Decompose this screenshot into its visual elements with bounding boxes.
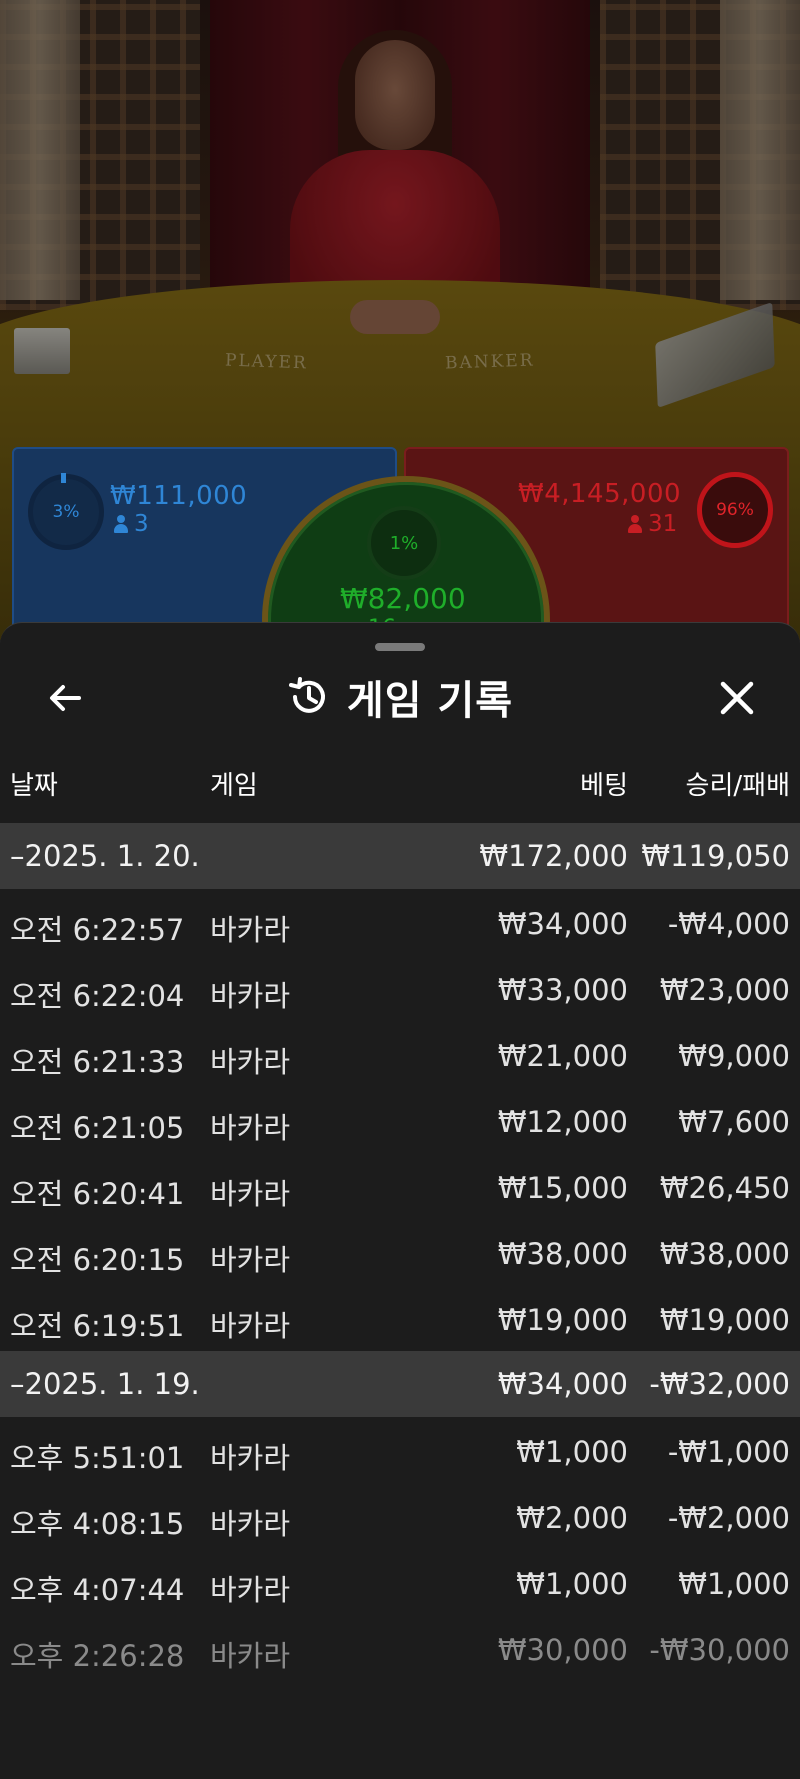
row-bet: ₩38,000 bbox=[497, 1237, 628, 1271]
date-group-header[interactable]: –2025. 1. 19. ₩34,000 -₩32,000 bbox=[0, 1351, 800, 1417]
table-row[interactable]: 오전 6:21:33 바카라 ₩21,000 ₩9,000 bbox=[0, 1021, 800, 1087]
row-bet: ₩1,000 bbox=[516, 1567, 628, 1601]
tie-percent: 1% bbox=[389, 532, 419, 554]
banker-percent: 96% bbox=[716, 500, 754, 520]
row-time: 오전 6:22:04 bbox=[10, 979, 185, 1013]
table-row[interactable]: 오전 6:21:05 바카라 ₩12,000 ₩7,600 bbox=[0, 1087, 800, 1153]
column-header-result: 승리/패배 bbox=[685, 771, 790, 801]
row-bet: ₩19,000 bbox=[497, 1303, 628, 1337]
table-row[interactable]: 오후 2:26:28 바카라 ₩30,000 -₩30,000 bbox=[0, 1615, 800, 1681]
row-result: -₩2,000 bbox=[667, 1501, 790, 1535]
row-game: 바카라 bbox=[210, 1573, 291, 1607]
row-time: 오후 2:26:28 bbox=[10, 1639, 185, 1673]
row-bet: ₩1,000 bbox=[516, 1435, 628, 1469]
row-time: 오전 6:21:05 bbox=[10, 1111, 185, 1145]
row-time: 오전 6:20:41 bbox=[10, 1177, 185, 1211]
row-game: 바카라 bbox=[210, 1111, 291, 1145]
row-bet: ₩12,000 bbox=[497, 1105, 628, 1139]
row-result: ₩23,000 bbox=[659, 973, 790, 1007]
row-time: 오전 6:22:57 bbox=[10, 913, 185, 947]
row-time: 오후 4:08:15 bbox=[10, 1507, 185, 1541]
row-game: 바카라 bbox=[210, 979, 291, 1013]
close-button[interactable] bbox=[712, 673, 762, 723]
row-bet: ₩21,000 bbox=[497, 1039, 628, 1073]
person-icon bbox=[114, 515, 128, 533]
table-row[interactable]: 오전 6:22:04 바카라 ₩33,000 ₩23,000 bbox=[0, 955, 800, 1021]
group-total-result: ₩119,050 bbox=[641, 839, 790, 873]
row-game: 바카라 bbox=[210, 1177, 291, 1211]
sheet-header: 게임 기록 bbox=[0, 667, 800, 727]
row-game: 바카라 bbox=[210, 1507, 291, 1541]
table-row[interactable]: 오전 6:22:57 바카라 ₩34,000 -₩4,000 bbox=[0, 889, 800, 955]
row-game: 바카라 bbox=[210, 1639, 291, 1673]
table-row[interactable]: 오전 6:19:51 바카라 ₩19,000 ₩19,000 bbox=[0, 1285, 800, 1351]
table-row[interactable]: 오후 4:08:15 바카라 ₩2,000 -₩2,000 bbox=[0, 1483, 800, 1549]
date-group-header[interactable]: –2025. 1. 20. ₩172,000 ₩119,050 bbox=[0, 823, 800, 889]
row-result: ₩9,000 bbox=[678, 1039, 790, 1073]
column-header-game: 게임 bbox=[210, 771, 258, 801]
row-game: 바카라 bbox=[210, 913, 291, 947]
row-game: 바카라 bbox=[210, 1309, 291, 1343]
group-date: –2025. 1. 19. bbox=[10, 1367, 200, 1401]
row-time: 오후 5:51:01 bbox=[10, 1441, 185, 1475]
row-result: -₩1,000 bbox=[667, 1435, 790, 1469]
row-result: ₩26,450 bbox=[659, 1171, 790, 1205]
banker-total-amount: ₩4,145,000 bbox=[518, 479, 682, 509]
banker-percent-ring: 96% bbox=[697, 472, 773, 548]
table-row[interactable]: 오후 5:51:01 바카라 ₩1,000 -₩1,000 bbox=[0, 1417, 800, 1483]
player-bettor-count: 3 bbox=[114, 511, 149, 537]
group-total-bet: ₩34,000 bbox=[497, 1367, 628, 1401]
row-result: -₩30,000 bbox=[649, 1633, 790, 1667]
history-icon bbox=[288, 677, 325, 713]
row-game: 바카라 bbox=[210, 1441, 291, 1475]
banker-bettor-count: 31 bbox=[628, 511, 677, 537]
row-game: 바카라 bbox=[210, 1045, 291, 1079]
banker-count-value: 31 bbox=[648, 511, 678, 537]
row-bet: ₩34,000 bbox=[497, 907, 628, 941]
person-icon bbox=[628, 515, 642, 533]
row-result: ₩19,000 bbox=[659, 1303, 790, 1337]
group-total-bet: ₩172,000 bbox=[479, 839, 628, 873]
game-history-sheet: 게임 기록 날짜 게임 베팅 승리/패배 –2025. 1. 20. ₩172,… bbox=[0, 622, 800, 1779]
close-icon bbox=[720, 681, 754, 715]
group-date: –2025. 1. 20. bbox=[10, 839, 200, 873]
row-bet: ₩33,000 bbox=[497, 973, 628, 1007]
row-time: 오전 6:20:15 bbox=[10, 1243, 185, 1277]
column-header-date: 날짜 bbox=[10, 771, 58, 801]
player-ring-progress bbox=[61, 473, 66, 483]
row-game: 바카라 bbox=[210, 1243, 291, 1277]
player-total-amount: ₩111,000 bbox=[110, 481, 248, 511]
row-bet: ₩15,000 bbox=[497, 1171, 628, 1205]
player-count-value: 3 bbox=[134, 511, 149, 537]
row-time: 오전 6:21:33 bbox=[10, 1045, 185, 1079]
tie-percent-ring: 1% bbox=[367, 506, 441, 580]
history-list: –2025. 1. 20. ₩172,000 ₩119,050 오전 6:22:… bbox=[0, 823, 800, 1681]
table-header: 날짜 게임 베팅 승리/패배 bbox=[0, 765, 800, 805]
row-result: -₩4,000 bbox=[667, 907, 790, 941]
row-result: ₩38,000 bbox=[659, 1237, 790, 1271]
row-time: 오후 4:07:44 bbox=[10, 1573, 185, 1607]
row-bet: ₩2,000 bbox=[516, 1501, 628, 1535]
table-row[interactable]: 오후 4:07:44 바카라 ₩1,000 ₩1,000 bbox=[0, 1549, 800, 1615]
row-time: 오전 6:19:51 bbox=[10, 1309, 185, 1343]
tie-total-amount: ₩82,000 bbox=[340, 582, 466, 615]
player-percent: 3% bbox=[52, 502, 80, 522]
table-row[interactable]: 오전 6:20:15 바카라 ₩38,000 ₩38,000 bbox=[0, 1219, 800, 1285]
sheet-drag-handle[interactable] bbox=[375, 643, 425, 651]
table-row[interactable]: 오전 6:20:41 바카라 ₩15,000 ₩26,450 bbox=[0, 1153, 800, 1219]
row-result: ₩7,600 bbox=[678, 1105, 790, 1139]
row-result: ₩1,000 bbox=[678, 1567, 790, 1601]
page-title: 게임 기록 bbox=[346, 678, 514, 724]
player-percent-ring: 3% bbox=[28, 474, 104, 550]
column-header-bet: 베팅 bbox=[580, 771, 628, 801]
group-total-result: -₩32,000 bbox=[649, 1367, 790, 1401]
row-bet: ₩30,000 bbox=[497, 1633, 628, 1667]
